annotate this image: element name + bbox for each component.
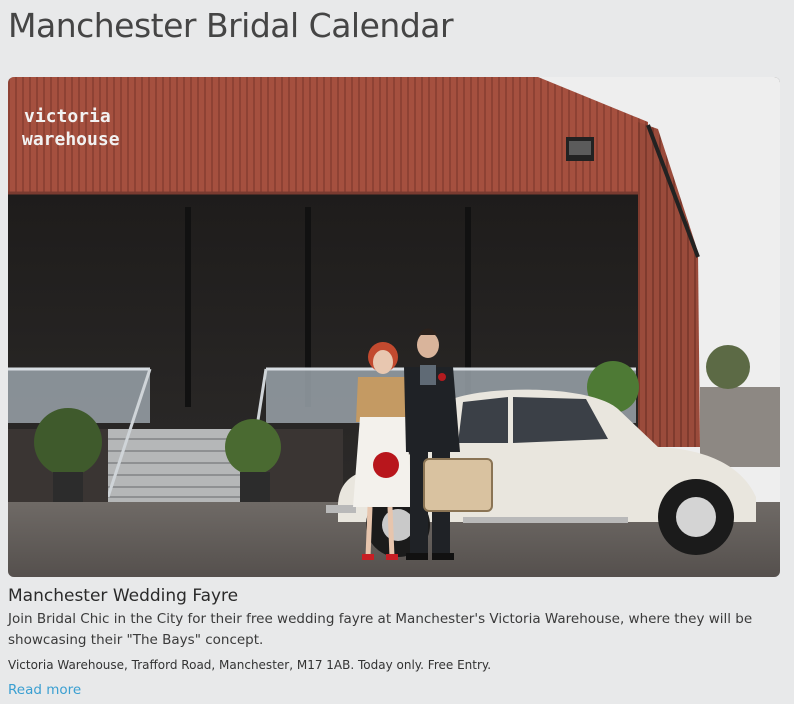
read-more-link[interactable]: Read more — [8, 681, 81, 699]
event-meta: Victoria Warehouse, Trafford Road, Manch… — [8, 658, 492, 672]
warehouse-sign-line1: victoria — [24, 106, 111, 127]
event-title: Manchester Wedding Fayre — [8, 586, 239, 606]
page: Manchester Bridal Calendar victoria ware… — [0, 0, 794, 704]
warehouse-sign-line2: warehouse — [22, 129, 120, 150]
event-photo: victoria warehouse — [8, 77, 780, 577]
page-title: Manchester Bridal Calendar — [8, 6, 454, 45]
event-description: Join Bridal Chic in the City for their f… — [8, 611, 753, 648]
